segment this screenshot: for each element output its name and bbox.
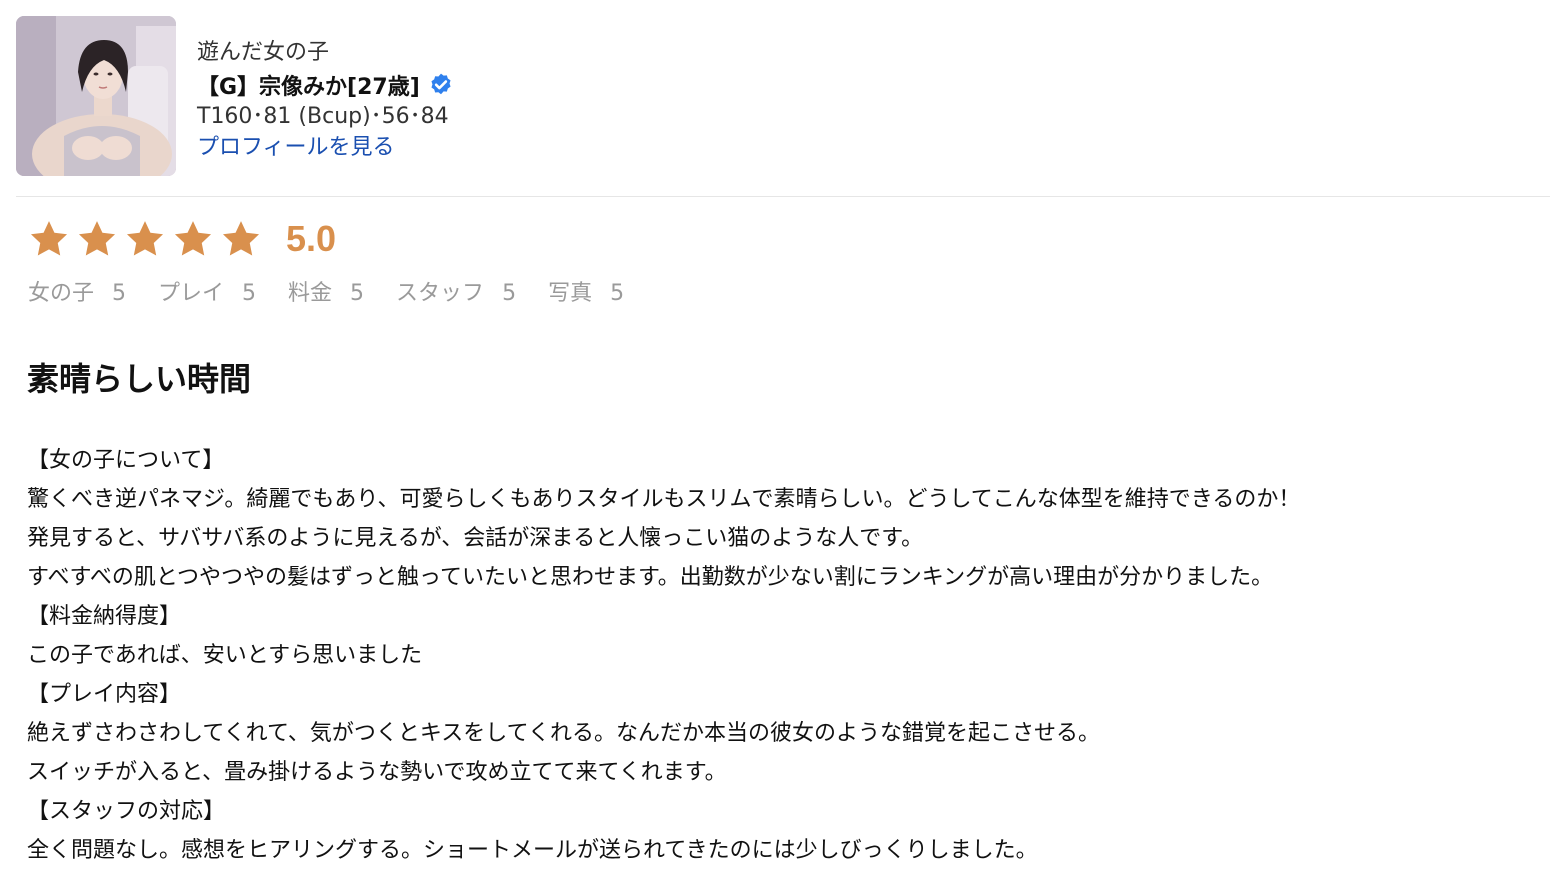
sub-rating-item: プレイ 5 xyxy=(158,275,256,307)
review-line: 絶えずさわさわしてくれて、気がつくとキスをしてくれる。なんだか本当の彼女のような… xyxy=(27,721,1100,746)
sub-rating-value: 5 xyxy=(502,281,517,306)
sub-rating-label: 写真 xyxy=(548,281,593,306)
profile-card: 遊んだ女の子 【G】宗像みか[27歳] T160･81 (Bcup)･56･84… xyxy=(16,16,1550,176)
overall-rating: 5.0 xyxy=(28,214,336,264)
sub-rating-label: プレイ xyxy=(158,281,225,306)
review-line: 【女の子について】 xyxy=(27,448,225,473)
sub-rating-label: 料金 xyxy=(288,281,333,306)
star-rating xyxy=(28,218,262,260)
review-line: すべすべの肌とつやつやの髪はずっと触っていたいと思わせます。出勤数が少ない割にラ… xyxy=(27,565,1274,590)
sub-rating-label: スタッフ xyxy=(396,281,485,306)
star-icon xyxy=(30,221,68,256)
review-title: 素晴らしい時間 xyxy=(27,360,252,398)
review-line: 驚くべき逆パネマジ。綺麗でもあり、可愛らしくもありスタイルもスリムで素晴らしい。… xyxy=(27,487,1301,512)
rating-value: 5.0 xyxy=(286,218,337,259)
review-line: 【スタッフの対応】 xyxy=(27,799,226,824)
sub-rating-item: 写真 5 xyxy=(548,275,624,307)
sub-rating-value: 5 xyxy=(112,281,127,306)
star-icon xyxy=(78,221,116,256)
girl-name: 【G】宗像みか[27歳] xyxy=(197,75,420,100)
review-body: 【女の子について】驚くべき逆パネマジ。綺麗でもあり、可愛らしくもありスタイルもス… xyxy=(27,441,1537,870)
review-line: スイッチが入ると、畳み掛けるような勢いで攻め立てて来てくれます。 xyxy=(27,760,727,785)
sub-rating-value: 5 xyxy=(610,281,625,306)
sub-rating-value: 5 xyxy=(242,281,257,306)
sub-rating-label: 女の子 xyxy=(28,281,95,306)
star-icon xyxy=(126,221,164,256)
view-profile-link[interactable]: プロフィールを見る xyxy=(197,135,395,160)
girl-measurements: T160･81 (Bcup)･56･84 xyxy=(197,104,449,129)
sub-ratings: 女の子 5 プレイ 5 料金 5 スタッフ 5 写真 5 xyxy=(28,275,624,307)
sub-rating-item: スタッフ 5 xyxy=(396,275,516,307)
avatar[interactable] xyxy=(16,16,176,176)
sub-rating-item: 女の子 5 xyxy=(28,275,126,307)
review-line: 全く問題なし。感想をヒアリングする。ショートメールが送られてきたのには少しびっく… xyxy=(27,838,1038,863)
profile-info: 遊んだ女の子 【G】宗像みか[27歳] T160･81 (Bcup)･56･84… xyxy=(197,38,454,164)
sub-rating-value: 5 xyxy=(350,281,365,306)
review-line: 【プレイ内容】 xyxy=(27,682,182,707)
verified-check-icon xyxy=(431,73,451,95)
star-icon xyxy=(222,221,260,256)
avatar-photo xyxy=(16,16,176,176)
star-icon xyxy=(174,221,212,256)
visited-girl-label: 遊んだ女の子 xyxy=(197,40,330,65)
review-line: 【料金納得度】 xyxy=(27,604,182,629)
section-divider xyxy=(16,196,1550,197)
review-line: 発見すると、サバサバ系のように見えるが、会話が深まると人懐っこい猫のような人です… xyxy=(27,526,924,551)
girl-name-row: 【G】宗像みか[27歳] xyxy=(197,68,454,102)
review-line: この子であれば、安いとすら思いました xyxy=(27,643,423,668)
sub-rating-item: 料金 5 xyxy=(288,275,364,307)
